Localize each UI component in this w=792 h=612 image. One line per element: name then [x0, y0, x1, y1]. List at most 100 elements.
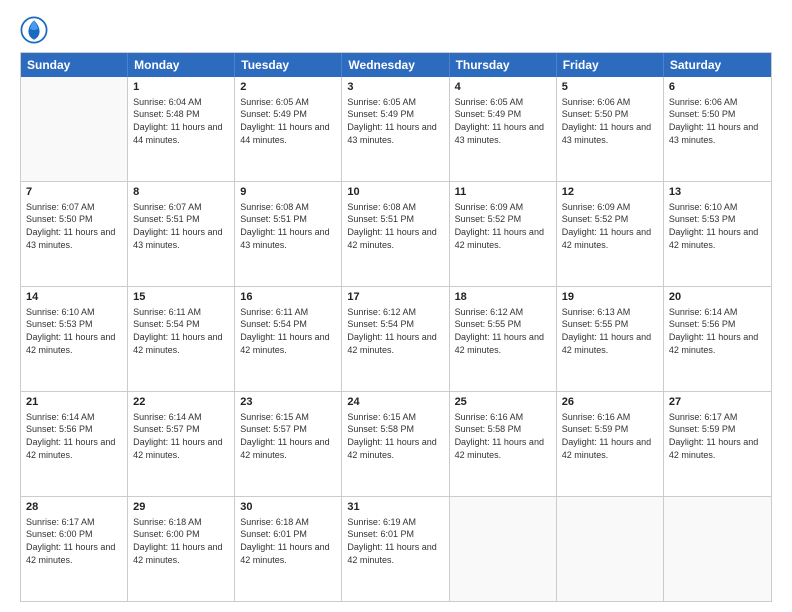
calendar-cell-1-3: 10Sunrise: 6:08 AM Sunset: 5:51 PM Dayli…: [342, 182, 449, 286]
day-number: 31: [347, 500, 443, 515]
calendar-cell-1-6: 13Sunrise: 6:10 AM Sunset: 5:53 PM Dayli…: [664, 182, 771, 286]
cell-info: Sunrise: 6:13 AM Sunset: 5:55 PM Dayligh…: [562, 306, 658, 356]
header-day-saturday: Saturday: [664, 53, 771, 77]
calendar-cell-4-2: 30Sunrise: 6:18 AM Sunset: 6:01 PM Dayli…: [235, 497, 342, 601]
day-number: 10: [347, 185, 443, 200]
calendar-cell-2-6: 20Sunrise: 6:14 AM Sunset: 5:56 PM Dayli…: [664, 287, 771, 391]
cell-info: Sunrise: 6:09 AM Sunset: 5:52 PM Dayligh…: [455, 201, 551, 251]
calendar-row-0: 1Sunrise: 6:04 AM Sunset: 5:48 PM Daylig…: [21, 77, 771, 182]
cell-info: Sunrise: 6:15 AM Sunset: 5:58 PM Dayligh…: [347, 411, 443, 461]
cell-info: Sunrise: 6:11 AM Sunset: 5:54 PM Dayligh…: [240, 306, 336, 356]
header-day-monday: Monday: [128, 53, 235, 77]
day-number: 27: [669, 395, 766, 410]
day-number: 26: [562, 395, 658, 410]
cell-info: Sunrise: 6:14 AM Sunset: 5:56 PM Dayligh…: [26, 411, 122, 461]
header-day-thursday: Thursday: [450, 53, 557, 77]
day-number: 29: [133, 500, 229, 515]
calendar-cell-3-0: 21Sunrise: 6:14 AM Sunset: 5:56 PM Dayli…: [21, 392, 128, 496]
day-number: 17: [347, 290, 443, 305]
day-number: 12: [562, 185, 658, 200]
cell-info: Sunrise: 6:18 AM Sunset: 6:01 PM Dayligh…: [240, 516, 336, 566]
cell-info: Sunrise: 6:04 AM Sunset: 5:48 PM Dayligh…: [133, 96, 229, 146]
calendar-cell-1-0: 7Sunrise: 6:07 AM Sunset: 5:50 PM Daylig…: [21, 182, 128, 286]
day-number: 21: [26, 395, 122, 410]
calendar-cell-2-2: 16Sunrise: 6:11 AM Sunset: 5:54 PM Dayli…: [235, 287, 342, 391]
cell-info: Sunrise: 6:06 AM Sunset: 5:50 PM Dayligh…: [669, 96, 766, 146]
calendar-cell-0-6: 6Sunrise: 6:06 AM Sunset: 5:50 PM Daylig…: [664, 77, 771, 181]
calendar-cell-1-4: 11Sunrise: 6:09 AM Sunset: 5:52 PM Dayli…: [450, 182, 557, 286]
day-number: 2: [240, 80, 336, 95]
calendar-cell-4-3: 31Sunrise: 6:19 AM Sunset: 6:01 PM Dayli…: [342, 497, 449, 601]
cell-info: Sunrise: 6:10 AM Sunset: 5:53 PM Dayligh…: [26, 306, 122, 356]
day-number: 5: [562, 80, 658, 95]
day-number: 23: [240, 395, 336, 410]
cell-info: Sunrise: 6:14 AM Sunset: 5:56 PM Dayligh…: [669, 306, 766, 356]
header-day-wednesday: Wednesday: [342, 53, 449, 77]
day-number: 7: [26, 185, 122, 200]
cell-info: Sunrise: 6:18 AM Sunset: 6:00 PM Dayligh…: [133, 516, 229, 566]
calendar-header: SundayMondayTuesdayWednesdayThursdayFrid…: [21, 53, 771, 77]
calendar-cell-3-3: 24Sunrise: 6:15 AM Sunset: 5:58 PM Dayli…: [342, 392, 449, 496]
calendar-cell-2-0: 14Sunrise: 6:10 AM Sunset: 5:53 PM Dayli…: [21, 287, 128, 391]
day-number: 30: [240, 500, 336, 515]
day-number: 9: [240, 185, 336, 200]
calendar-cell-3-4: 25Sunrise: 6:16 AM Sunset: 5:58 PM Dayli…: [450, 392, 557, 496]
calendar-cell-0-0: [21, 77, 128, 181]
day-number: 1: [133, 80, 229, 95]
calendar-cell-3-1: 22Sunrise: 6:14 AM Sunset: 5:57 PM Dayli…: [128, 392, 235, 496]
cell-info: Sunrise: 6:17 AM Sunset: 5:59 PM Dayligh…: [669, 411, 766, 461]
calendar-cell-4-1: 29Sunrise: 6:18 AM Sunset: 6:00 PM Dayli…: [128, 497, 235, 601]
cell-info: Sunrise: 6:10 AM Sunset: 5:53 PM Dayligh…: [669, 201, 766, 251]
day-number: 14: [26, 290, 122, 305]
header-day-friday: Friday: [557, 53, 664, 77]
day-number: 24: [347, 395, 443, 410]
calendar-cell-2-3: 17Sunrise: 6:12 AM Sunset: 5:54 PM Dayli…: [342, 287, 449, 391]
calendar-cell-2-1: 15Sunrise: 6:11 AM Sunset: 5:54 PM Dayli…: [128, 287, 235, 391]
calendar-cell-4-6: [664, 497, 771, 601]
cell-info: Sunrise: 6:07 AM Sunset: 5:51 PM Dayligh…: [133, 201, 229, 251]
cell-info: Sunrise: 6:12 AM Sunset: 5:55 PM Dayligh…: [455, 306, 551, 356]
page: SundayMondayTuesdayWednesdayThursdayFrid…: [0, 0, 792, 612]
calendar-row-2: 14Sunrise: 6:10 AM Sunset: 5:53 PM Dayli…: [21, 287, 771, 392]
cell-info: Sunrise: 6:05 AM Sunset: 5:49 PM Dayligh…: [240, 96, 336, 146]
calendar-body: 1Sunrise: 6:04 AM Sunset: 5:48 PM Daylig…: [21, 77, 771, 601]
cell-info: Sunrise: 6:07 AM Sunset: 5:50 PM Dayligh…: [26, 201, 122, 251]
cell-info: Sunrise: 6:17 AM Sunset: 6:00 PM Dayligh…: [26, 516, 122, 566]
day-number: 15: [133, 290, 229, 305]
cell-info: Sunrise: 6:08 AM Sunset: 5:51 PM Dayligh…: [240, 201, 336, 251]
calendar-cell-0-4: 4Sunrise: 6:05 AM Sunset: 5:49 PM Daylig…: [450, 77, 557, 181]
day-number: 4: [455, 80, 551, 95]
cell-info: Sunrise: 6:14 AM Sunset: 5:57 PM Dayligh…: [133, 411, 229, 461]
calendar-row-1: 7Sunrise: 6:07 AM Sunset: 5:50 PM Daylig…: [21, 182, 771, 287]
calendar-row-4: 28Sunrise: 6:17 AM Sunset: 6:00 PM Dayli…: [21, 497, 771, 601]
calendar: SundayMondayTuesdayWednesdayThursdayFrid…: [20, 52, 772, 602]
calendar-cell-4-5: [557, 497, 664, 601]
calendar-cell-1-2: 9Sunrise: 6:08 AM Sunset: 5:51 PM Daylig…: [235, 182, 342, 286]
calendar-cell-4-0: 28Sunrise: 6:17 AM Sunset: 6:00 PM Dayli…: [21, 497, 128, 601]
cell-info: Sunrise: 6:05 AM Sunset: 5:49 PM Dayligh…: [347, 96, 443, 146]
day-number: 28: [26, 500, 122, 515]
day-number: 18: [455, 290, 551, 305]
logo: [20, 16, 52, 44]
day-number: 20: [669, 290, 766, 305]
logo-icon: [20, 16, 48, 44]
day-number: 11: [455, 185, 551, 200]
calendar-row-3: 21Sunrise: 6:14 AM Sunset: 5:56 PM Dayli…: [21, 392, 771, 497]
cell-info: Sunrise: 6:19 AM Sunset: 6:01 PM Dayligh…: [347, 516, 443, 566]
header: [20, 16, 772, 44]
calendar-cell-3-5: 26Sunrise: 6:16 AM Sunset: 5:59 PM Dayli…: [557, 392, 664, 496]
header-day-sunday: Sunday: [21, 53, 128, 77]
cell-info: Sunrise: 6:16 AM Sunset: 5:59 PM Dayligh…: [562, 411, 658, 461]
calendar-cell-2-5: 19Sunrise: 6:13 AM Sunset: 5:55 PM Dayli…: [557, 287, 664, 391]
cell-info: Sunrise: 6:15 AM Sunset: 5:57 PM Dayligh…: [240, 411, 336, 461]
calendar-cell-0-3: 3Sunrise: 6:05 AM Sunset: 5:49 PM Daylig…: [342, 77, 449, 181]
cell-info: Sunrise: 6:09 AM Sunset: 5:52 PM Dayligh…: [562, 201, 658, 251]
calendar-cell-3-6: 27Sunrise: 6:17 AM Sunset: 5:59 PM Dayli…: [664, 392, 771, 496]
header-day-tuesday: Tuesday: [235, 53, 342, 77]
day-number: 8: [133, 185, 229, 200]
cell-info: Sunrise: 6:12 AM Sunset: 5:54 PM Dayligh…: [347, 306, 443, 356]
cell-info: Sunrise: 6:06 AM Sunset: 5:50 PM Dayligh…: [562, 96, 658, 146]
calendar-cell-0-5: 5Sunrise: 6:06 AM Sunset: 5:50 PM Daylig…: [557, 77, 664, 181]
calendar-cell-1-1: 8Sunrise: 6:07 AM Sunset: 5:51 PM Daylig…: [128, 182, 235, 286]
day-number: 3: [347, 80, 443, 95]
